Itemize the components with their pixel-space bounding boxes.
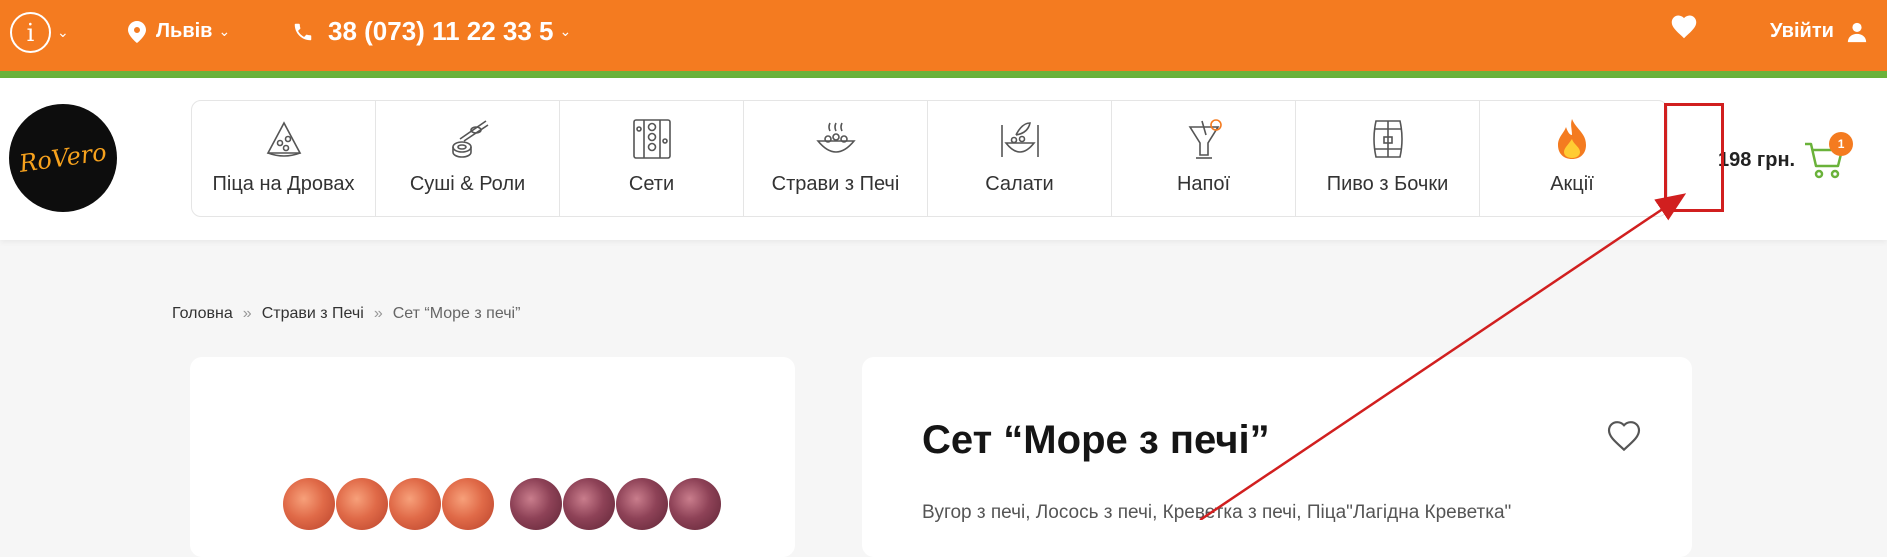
oven-dish-icon	[814, 117, 858, 161]
location-pin-icon	[128, 20, 146, 43]
nav-label: Суші & Роли	[409, 173, 526, 195]
login-label: Увійти	[1770, 20, 1834, 42]
info-menu-button[interactable]: i ⌄	[10, 12, 69, 53]
site-logo[interactable]: RoVero	[9, 104, 117, 212]
phone-icon	[294, 23, 312, 40]
nav-item-salads[interactable]: Салати	[928, 101, 1112, 216]
eel-roll	[669, 478, 721, 530]
nav-item-sushi[interactable]: Суші & Роли	[376, 101, 560, 216]
breadcrumb-current: Сет “Море з печі”	[392, 305, 521, 322]
user-icon	[1847, 22, 1867, 42]
product-title: Сет “Море з печі”	[922, 418, 1270, 462]
info-icon: i	[10, 12, 51, 53]
beer-barrel-icon	[1366, 117, 1410, 161]
product-image-eel-rolls	[510, 478, 722, 530]
nav-label: Страви з Печі	[771, 173, 900, 195]
phone-selector[interactable]: 38 (073) 11 22 33 5 ⌄	[292, 16, 571, 47]
nav-label: Сети	[628, 173, 675, 195]
cart-button[interactable]: 198 грн. 1	[1718, 132, 1854, 180]
salmon-roll	[389, 478, 441, 530]
eel-roll	[563, 478, 615, 530]
product-image-salmon-rolls	[283, 478, 495, 530]
salmon-roll	[336, 478, 388, 530]
nav-item-draft-beer[interactable]: Пиво з Бочки	[1296, 101, 1480, 216]
breadcrumb-home[interactable]: Головна	[172, 305, 233, 323]
nav-item-promotions[interactable]: Акції	[1480, 101, 1664, 216]
chevron-down-icon: ⌄	[559, 23, 572, 39]
nav-item-pizza[interactable]: Піца на Дровах	[192, 101, 376, 216]
breadcrumb: Головна » Страви з Печі » Сет “Море з пе…	[172, 305, 520, 323]
heart-icon	[1671, 15, 1697, 39]
pizza-icon	[262, 117, 306, 161]
chevron-down-icon: ⌄	[57, 24, 69, 40]
sets-icon	[630, 117, 674, 161]
add-to-favorites-button[interactable]	[1605, 418, 1645, 454]
nav-label: Салати	[985, 173, 1054, 195]
cart-icon: 1	[1803, 132, 1854, 180]
nav-item-drinks[interactable]: Напої	[1112, 101, 1296, 216]
category-nav: Піца на Дровах Суші & Роли Сети Страви з…	[191, 100, 1668, 217]
nav-label: Акції	[1550, 173, 1594, 195]
heart-outline-icon	[1607, 421, 1641, 452]
logo-text: RoVero	[17, 138, 109, 178]
cart-total: 198 грн.	[1718, 148, 1796, 171]
breadcrumb-category[interactable]: Страви з Печі	[262, 305, 364, 323]
salmon-roll	[283, 478, 335, 530]
annotation-highlight-box	[1664, 103, 1724, 212]
city-selector[interactable]: Львів ⌄	[128, 20, 230, 43]
login-button[interactable]: Увійти	[1770, 20, 1868, 43]
nav-label: Піца на Дровах	[212, 173, 355, 195]
salmon-roll	[442, 478, 494, 530]
sushi-icon	[446, 117, 490, 161]
favorites-button[interactable]	[1670, 13, 1698, 39]
nav-label: Напої	[1176, 173, 1231, 195]
breadcrumb-separator: »	[242, 305, 252, 322]
phone-number: 38 (073) 11 22 33 5	[328, 16, 554, 46]
salad-icon	[998, 117, 1042, 161]
fire-icon	[1550, 117, 1594, 161]
nav-item-sets[interactable]: Сети	[560, 101, 744, 216]
chevron-down-icon: ⌄	[218, 23, 231, 39]
product-description: Вугор з печі, Лосось з печі, Креветка з …	[922, 502, 1512, 523]
city-label: Львів	[156, 20, 213, 42]
nav-item-oven-dishes[interactable]: Страви з Печі	[744, 101, 928, 216]
cart-count-badge: 1	[1829, 132, 1854, 156]
breadcrumb-separator: »	[373, 305, 383, 322]
eel-roll	[616, 478, 668, 530]
eel-roll	[510, 478, 562, 530]
drink-icon	[1182, 117, 1226, 161]
top-bar	[0, 0, 1887, 71]
nav-label: Пиво з Бочки	[1326, 173, 1449, 195]
top-bar-stripe	[0, 71, 1887, 78]
